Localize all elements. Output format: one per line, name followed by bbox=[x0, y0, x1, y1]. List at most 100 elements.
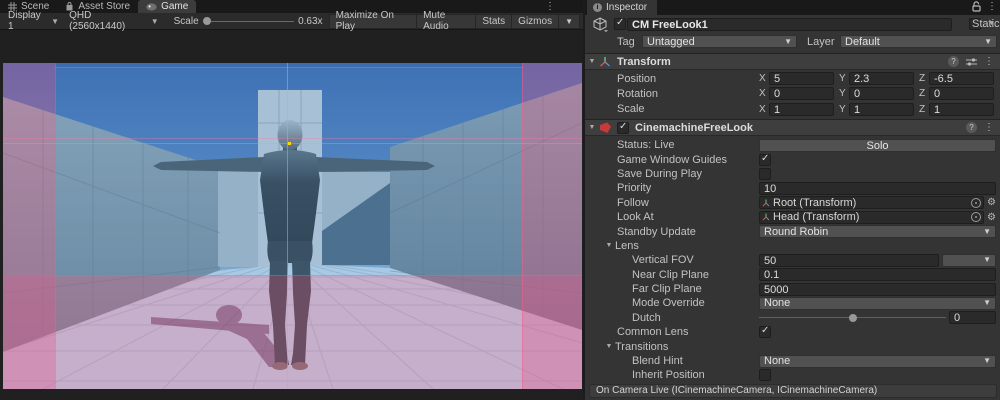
preset-icon[interactable] bbox=[966, 57, 977, 67]
dutch-slider[interactable] bbox=[759, 311, 946, 324]
gizmos-button[interactable]: Gizmos bbox=[511, 14, 558, 29]
dutch-field[interactable]: 0 bbox=[949, 311, 996, 324]
inspector-icon: i bbox=[593, 3, 602, 12]
gizmos-dropdown-arrow[interactable]: ▼ bbox=[558, 14, 580, 29]
scale-row-label: Scale bbox=[617, 103, 759, 115]
maximize-on-play-button[interactable]: Maximize On Play bbox=[329, 14, 417, 29]
follow-value: Root (Transform) bbox=[773, 197, 856, 209]
near-clip-plane-field[interactable]: 0.1 bbox=[759, 268, 996, 281]
mode-override-dropdown[interactable]: None▼ bbox=[759, 297, 996, 310]
blend-hint-dropdown[interactable]: None▼ bbox=[759, 355, 996, 368]
axis-z-label: Z bbox=[919, 73, 929, 84]
transform-title: Transform bbox=[617, 56, 671, 68]
rotation-x-field[interactable]: 0 bbox=[769, 87, 834, 100]
solo-button[interactable]: Solo bbox=[759, 139, 996, 152]
follow-object-field[interactable]: Root (Transform) bbox=[759, 196, 984, 209]
gear-icon[interactable]: ⚙ bbox=[987, 196, 996, 209]
tag-value: Untagged bbox=[647, 36, 695, 48]
inspector-tabbar: i Inspector ⋮ bbox=[585, 0, 1000, 15]
look-at-value: Head (Transform) bbox=[773, 211, 859, 223]
dutch-slider-knob[interactable] bbox=[849, 314, 857, 322]
position-label: Position bbox=[617, 73, 759, 85]
save-during-play-checkbox[interactable] bbox=[759, 168, 771, 180]
game-scene bbox=[3, 63, 582, 389]
transform-icon bbox=[599, 56, 611, 68]
axis-y-label: Y bbox=[839, 73, 849, 84]
position-x-field[interactable]: 5 bbox=[769, 72, 834, 85]
gizmos-label: Gizmos bbox=[518, 16, 552, 27]
priority-field[interactable]: 10 bbox=[759, 182, 996, 195]
axis-z-label: Z bbox=[919, 88, 929, 99]
position-z-field[interactable]: -6.5 bbox=[929, 72, 994, 85]
object-picker-icon[interactable] bbox=[971, 198, 981, 208]
camera-live-status-bar: On Camera Live (ICinemachineCamera, ICin… bbox=[589, 384, 997, 398]
help-icon[interactable]: ? bbox=[966, 122, 977, 133]
game-window-guides-checkbox[interactable] bbox=[759, 154, 771, 166]
game-toolbar: Display 1▼ QHD (2560x1440)▼ Scale 0.63x … bbox=[0, 13, 583, 30]
gear-icon[interactable]: ⚙ bbox=[987, 211, 996, 224]
layer-dropdown[interactable]: Default▼ bbox=[840, 35, 997, 48]
component-enabled-checkbox[interactable] bbox=[617, 122, 629, 134]
far-clip-plane-field[interactable]: 5000 bbox=[759, 283, 996, 296]
tab-inspector[interactable]: i Inspector bbox=[587, 0, 657, 15]
transform-kebab-icon[interactable]: ⋮ bbox=[984, 56, 994, 67]
game-viewport[interactable] bbox=[3, 63, 582, 389]
rotation-label: Rotation bbox=[617, 88, 759, 100]
inspector-panel: i Inspector ⋮ CM FreeLook1 Static ▼ Tag … bbox=[583, 0, 1000, 400]
axis-x-label: X bbox=[759, 73, 769, 84]
game-view-icon bbox=[146, 3, 157, 11]
inherit-position-checkbox[interactable] bbox=[759, 369, 771, 381]
scale-z-field[interactable]: 1 bbox=[929, 103, 994, 116]
gameobject-name-field[interactable]: CM FreeLook1 bbox=[627, 18, 952, 31]
tag-dropdown[interactable]: Untagged▼ bbox=[642, 35, 797, 48]
vertical-fov-field[interactable]: 50 bbox=[759, 254, 939, 267]
foldout-icon[interactable]: ▼ bbox=[585, 58, 599, 65]
mode-override-label: Mode Override bbox=[632, 297, 705, 309]
scale-y-field[interactable]: 1 bbox=[849, 103, 914, 116]
cinemachine-icon bbox=[599, 122, 612, 134]
transitions-foldout-label[interactable]: Transitions bbox=[615, 341, 668, 353]
foldout-icon[interactable]: ▼ bbox=[603, 343, 615, 350]
mute-audio-label: Mute Audio bbox=[423, 10, 469, 32]
rotation-z-field[interactable]: 0 bbox=[929, 87, 994, 100]
position-y-field[interactable]: 2.3 bbox=[849, 72, 914, 85]
maximize-on-play-label: Maximize On Play bbox=[336, 10, 411, 32]
scale-value: 0.63x bbox=[294, 16, 328, 27]
scale-slider-track bbox=[211, 21, 294, 22]
display-dropdown[interactable]: Display 1▼ bbox=[3, 14, 64, 29]
inspector-kebab-icon[interactable]: ⋮ bbox=[987, 1, 997, 12]
common-lens-checkbox[interactable] bbox=[759, 326, 771, 338]
axis-x-label: X bbox=[759, 88, 769, 99]
far-left-wall bbox=[218, 170, 260, 267]
lens-foldout-label[interactable]: Lens bbox=[615, 240, 639, 252]
mute-audio-button[interactable]: Mute Audio bbox=[416, 14, 475, 29]
object-picker-icon[interactable] bbox=[971, 212, 981, 222]
common-lens-label: Common Lens bbox=[617, 326, 689, 338]
stats-button[interactable]: Stats bbox=[475, 14, 511, 29]
look-at-object-field[interactable]: Head (Transform) bbox=[759, 211, 984, 224]
game-panel-kebab-icon[interactable]: ⋮ bbox=[545, 0, 555, 13]
tab-game[interactable]: Game bbox=[138, 0, 196, 13]
transform-header[interactable]: ▼ Transform ? ⋮ bbox=[585, 53, 1000, 70]
scale-slider-knob[interactable] bbox=[203, 17, 211, 25]
help-icon[interactable]: ? bbox=[948, 56, 959, 67]
static-dropdown-arrow[interactable]: ▼ bbox=[988, 20, 995, 27]
lock-icon[interactable] bbox=[972, 1, 981, 12]
scale-slider[interactable] bbox=[203, 14, 294, 29]
foldout-icon[interactable]: ▼ bbox=[585, 124, 599, 131]
cinemachine-kebab-icon[interactable]: ⋮ bbox=[984, 122, 994, 133]
display-dropdown-label: Display 1 bbox=[8, 10, 47, 32]
save-during-play-label: Save During Play bbox=[617, 168, 702, 180]
gameobject-enabled-checkbox[interactable] bbox=[614, 18, 626, 30]
gameobject-cube-icon[interactable] bbox=[592, 17, 608, 32]
follow-label: Follow bbox=[617, 197, 649, 209]
foldout-icon[interactable]: ▼ bbox=[603, 242, 615, 249]
game-panel: Scene Asset Store Game ⋮ Display 1▼ QHD … bbox=[0, 0, 583, 400]
fov-preset-dropdown[interactable]: ▼ bbox=[942, 254, 996, 267]
resolution-dropdown[interactable]: QHD (2560x1440)▼ bbox=[64, 14, 164, 29]
rotation-y-field[interactable]: 0 bbox=[849, 87, 914, 100]
scale-x-field[interactable]: 1 bbox=[769, 103, 834, 116]
cinemachine-header[interactable]: ▼ CinemachineFreeLook ? ⋮ bbox=[585, 119, 1000, 136]
layer-label: Layer bbox=[807, 36, 835, 48]
standby-update-dropdown[interactable]: Round Robin▼ bbox=[759, 225, 996, 238]
